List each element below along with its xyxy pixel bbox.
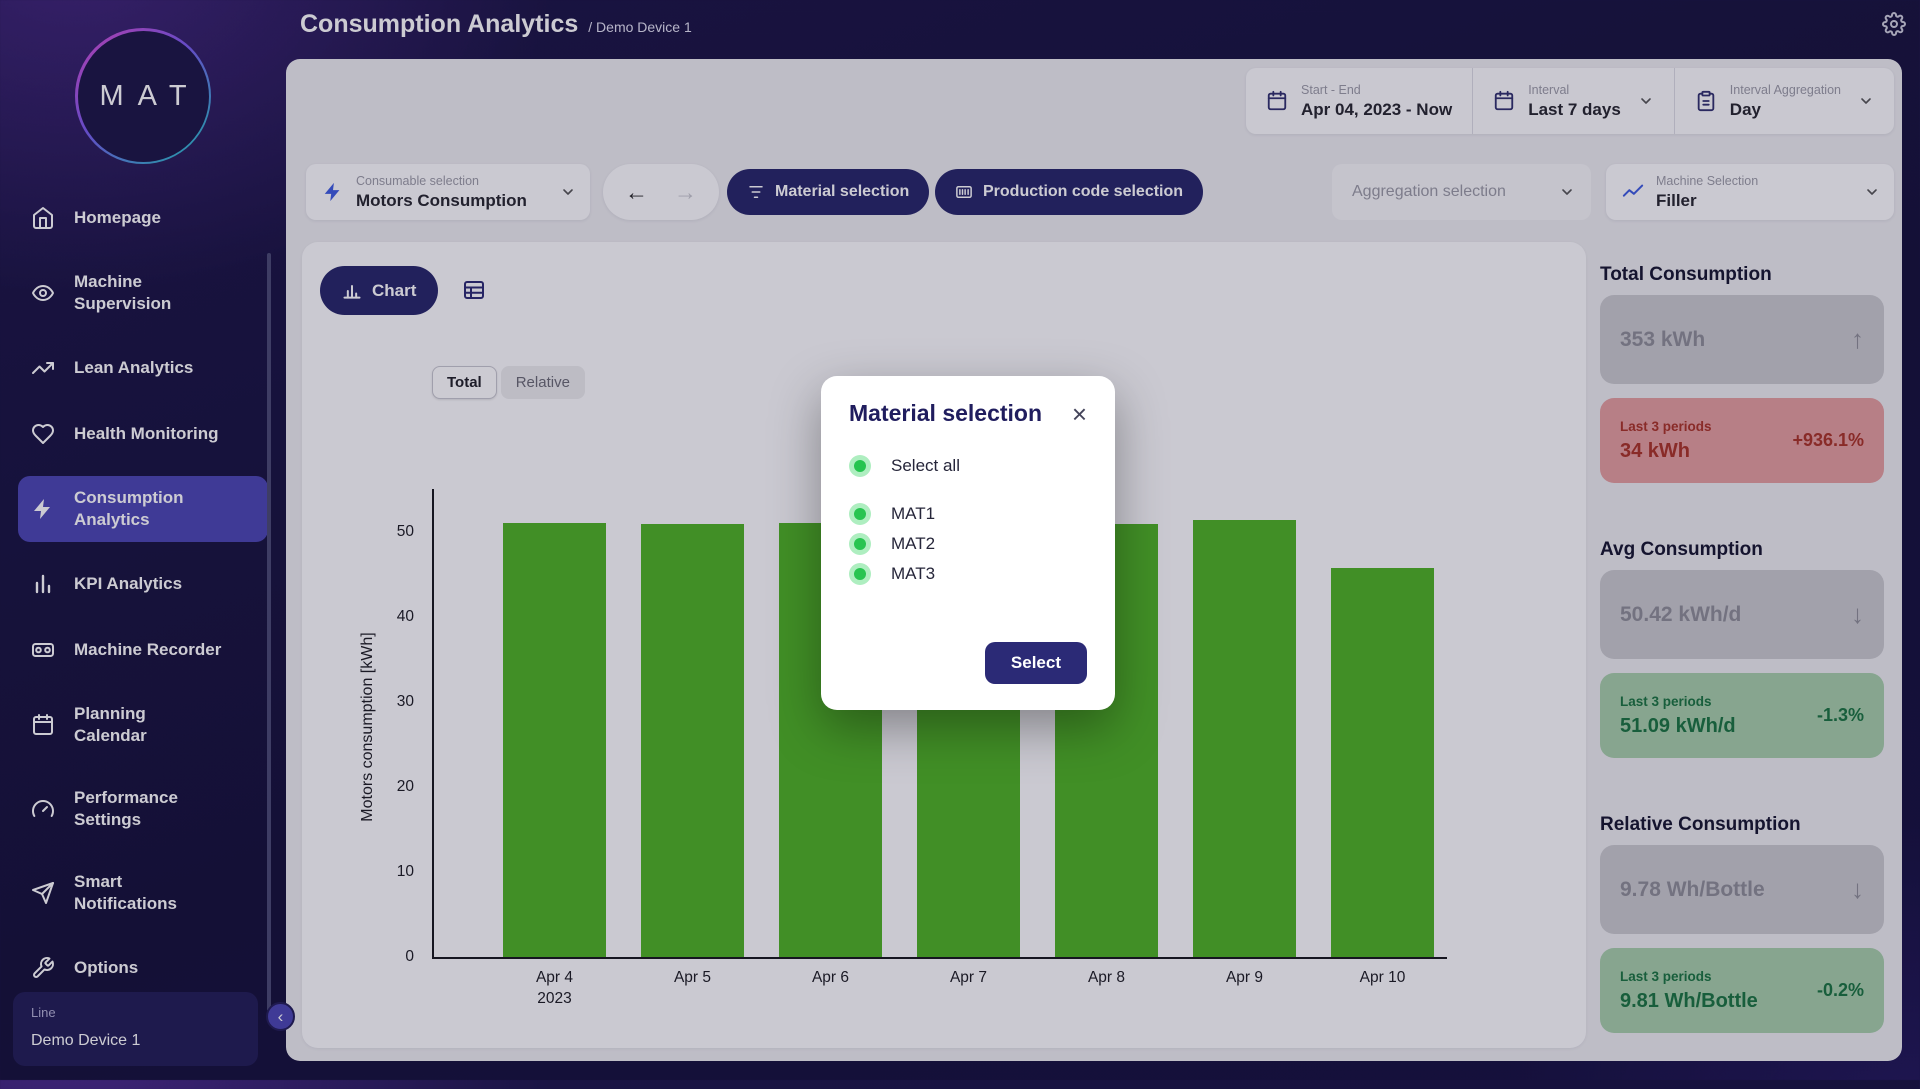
toggle-on-icon	[849, 563, 871, 585]
modal-title: Material selection	[849, 400, 1042, 427]
option-mat1[interactable]: MAT1	[849, 503, 1087, 525]
toggle-on-icon	[849, 503, 871, 525]
toggle-on-icon	[849, 455, 871, 477]
close-button[interactable]: ×	[1072, 401, 1087, 427]
toggle-on-icon	[849, 533, 871, 555]
close-icon: ×	[1072, 399, 1087, 429]
option-select-all[interactable]: Select all	[849, 455, 1087, 477]
option-mat2[interactable]: MAT2	[849, 533, 1087, 555]
option-mat3[interactable]: MAT3	[849, 563, 1087, 585]
select-button[interactable]: Select	[985, 642, 1087, 684]
material-selection-modal: Material selection × Select all MAT1 MAT…	[821, 376, 1115, 710]
